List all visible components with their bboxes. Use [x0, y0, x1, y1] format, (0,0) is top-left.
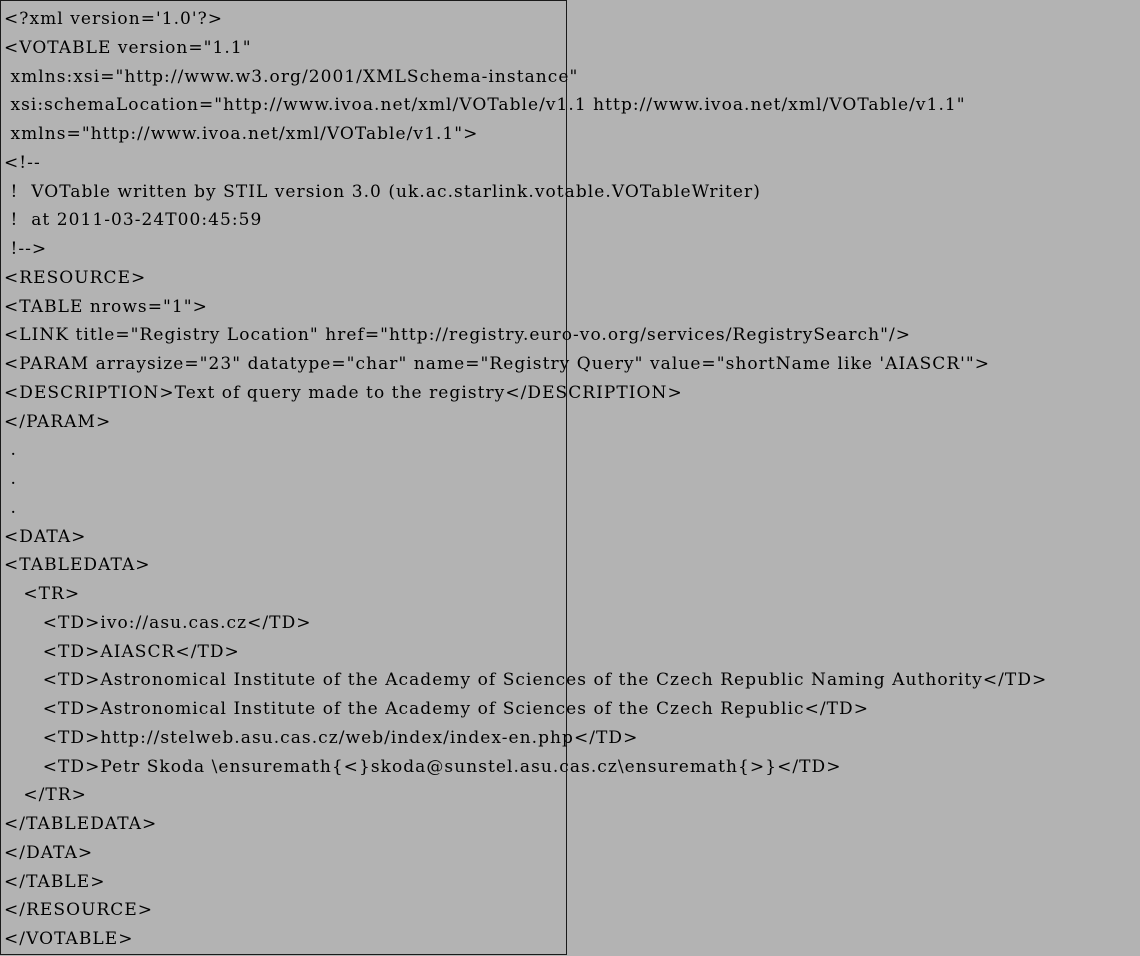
code-line: <TABLE nrows="1"> [4, 296, 208, 317]
code-line: <DATA> [4, 526, 87, 547]
code-listing: <?xml version='1.0'?> <VOTABLE version="… [4, 5, 1140, 954]
code-line: <VOTABLE version="1.1" [4, 37, 252, 58]
code-line: . [4, 497, 17, 518]
code-line: </TR> [4, 785, 87, 806]
code-line: <TABLEDATA> [4, 555, 151, 576]
code-line: </TABLE> [4, 871, 106, 892]
code-line: xmlns:xsi="http://www.w3.org/2001/XMLSch… [4, 66, 579, 87]
code-line: <DESCRIPTION>Text of query made to the r… [4, 382, 683, 403]
code-line: <PARAM arraysize="23" datatype="char" na… [4, 354, 991, 374]
page: { "listing": { "lines": [ {"text": "<?xm… [0, 0, 1140, 956]
code-line: <?xml version='1.0'?> [4, 9, 224, 29]
code-line: xmlns="http://www.ivoa.net/xml/VOTable/v… [4, 124, 479, 144]
code-line: <TD>Astronomical Institute of the Academ… [4, 670, 1048, 691]
code-line: </TABLEDATA> [4, 814, 158, 834]
code-line: <LINK title="Registry Location" href="ht… [4, 325, 912, 346]
code-line: <TD>http://stelweb.asu.cas.cz/web/index/… [4, 727, 639, 748]
code-line: . [4, 469, 17, 489]
code-line: <TD>Astronomical Institute of the Academ… [4, 699, 870, 719]
code-line: <RESOURCE> [4, 267, 147, 288]
code-line: <TR> [4, 584, 81, 604]
code-line: </RESOURCE> [4, 900, 154, 921]
code-line: <TD>ivo://asu.cas.cz</TD> [4, 612, 312, 633]
code-line: </PARAM> [4, 411, 112, 432]
code-line: xsi:schemaLocation="http://www.ivoa.net/… [4, 95, 966, 116]
code-line: </VOTABLE> [4, 929, 134, 949]
code-line: </DATA> [4, 842, 94, 863]
code-line: . [4, 440, 17, 461]
code-line: ! at 2011-03-24T00:45:59 [4, 210, 263, 231]
code-line: <!-- [4, 152, 41, 173]
code-line: <TD>AIASCR</TD> [4, 641, 240, 662]
code-line: ! VOTable written by STIL version 3.0 (u… [4, 181, 761, 202]
code-line: <TD>Petr Skoda \ensuremath{<}skoda@sunst… [4, 756, 842, 777]
code-line: !--> [4, 239, 48, 259]
